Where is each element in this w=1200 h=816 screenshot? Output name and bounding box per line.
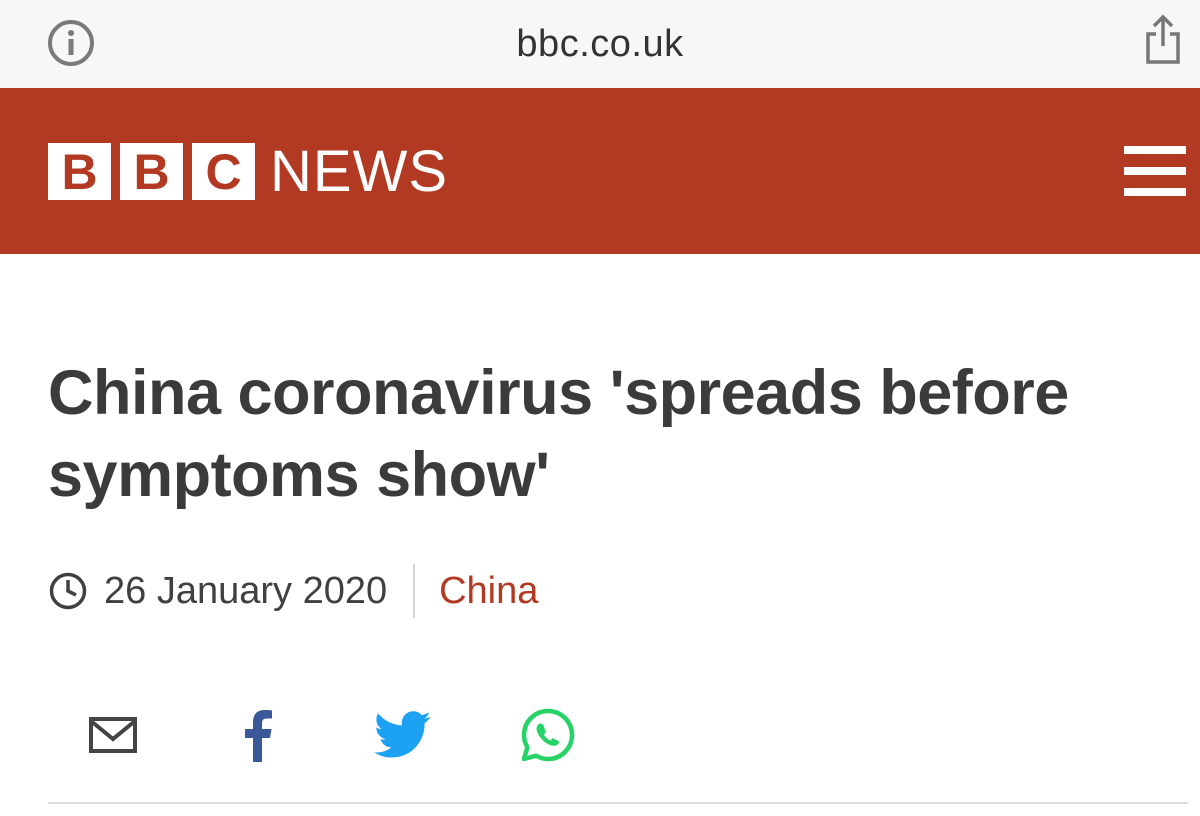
article-headline: China coronavirus 'spreads before sympto… [48, 358, 1069, 510]
logo-block-b1: B [48, 143, 111, 200]
share-button[interactable] [1138, 10, 1188, 70]
bbc-news-logo[interactable]: B B C NEWS [48, 138, 448, 204]
email-icon[interactable] [88, 700, 138, 770]
meta-separator [413, 564, 416, 618]
logo-block-b2: B [120, 143, 183, 200]
logo-block-c: C [192, 143, 255, 200]
url-text[interactable]: bbc.co.uk [0, 0, 1200, 88]
share-tools [0, 700, 1200, 770]
browser-address-bar: bbc.co.uk [0, 0, 1200, 88]
menu-bar [1124, 188, 1186, 196]
facebook-icon[interactable] [240, 700, 276, 770]
article-date: 26 January 2020 [104, 569, 388, 612]
hamburger-menu-icon[interactable] [1124, 146, 1186, 196]
menu-bar [1124, 146, 1186, 154]
share-icon [1146, 14, 1180, 64]
divider [48, 802, 1188, 804]
site-header: B B C NEWS [0, 88, 1200, 254]
logo-news-text: NEWS [270, 138, 448, 204]
article-meta: 26 January 2020 China [48, 562, 538, 620]
section-link[interactable]: China [439, 570, 538, 613]
menu-bar [1124, 167, 1186, 175]
twitter-icon[interactable] [373, 700, 433, 770]
whatsapp-icon[interactable] [518, 700, 578, 770]
clock-icon [48, 571, 88, 611]
